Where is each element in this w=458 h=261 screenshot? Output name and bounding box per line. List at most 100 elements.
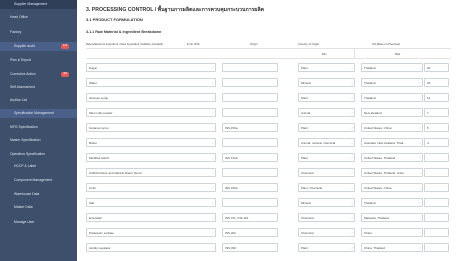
sidebar-item[interactable]: Plan & Report	[0, 56, 77, 65]
sidebar-item[interactable]: Supplier Management	[0, 0, 77, 9]
field-country[interactable]: New Zealand ∕	[361, 108, 423, 117]
field-value: Plant	[301, 96, 308, 100]
field-min[interactable]	[424, 243, 449, 252]
field-material[interactable]: Emulsifier ∕	[86, 213, 216, 222]
field-value: New Zealand	[364, 111, 382, 115]
field-min[interactable]: 5	[424, 123, 449, 132]
field-origin[interactable]: Animal ∕	[298, 108, 355, 117]
field-min[interactable]	[424, 213, 449, 222]
sidebar-item[interactable]: Warehouse Data	[0, 190, 77, 199]
field-min[interactable]	[424, 153, 449, 162]
sidebar-item[interactable]: Manage User	[0, 218, 77, 227]
field-origin[interactable]: Chemical ∕	[298, 168, 355, 177]
sidebar-item[interactable]: Supplier audit 121	[0, 42, 77, 51]
field-min[interactable]	[424, 168, 449, 177]
sidebar-item[interactable]: Specification Management	[0, 109, 77, 118]
field-value: Glucose syrup	[89, 96, 109, 100]
field-value: Emulsifier	[89, 216, 103, 220]
field-country[interactable]: United States, China ∕	[361, 123, 423, 132]
field-country[interactable]: China, Thailand ∕	[361, 243, 423, 252]
field-ins[interactable]: INS 202	[222, 228, 278, 237]
field-min[interactable]	[424, 198, 449, 207]
resize-handle-icon: ∕	[212, 141, 214, 145]
sidebar-item[interactable]: Master Specification	[0, 136, 77, 145]
field-min[interactable]: 7	[424, 108, 449, 117]
field-origin[interactable]: Plant ∕	[298, 63, 355, 72]
resize-handle-icon: ∕	[351, 231, 353, 235]
field-country[interactable]: Thailand ∕	[361, 93, 423, 102]
field-min[interactable]: 14	[424, 93, 449, 102]
field-material[interactable]: Glucose syrup ∕	[86, 93, 216, 102]
field-country[interactable]: Thailand ∕	[361, 198, 423, 207]
field-value: Thailand	[364, 66, 376, 70]
field-material[interactable]: Sugar ∕	[86, 63, 216, 72]
resize-handle-icon: ∕	[212, 156, 214, 160]
field-material[interactable]: Water ∕	[86, 78, 216, 87]
field-ins[interactable]	[222, 63, 278, 72]
field-ins[interactable]: INS 330	[222, 243, 278, 252]
field-country[interactable]: Malaysia, Thailand ∕	[361, 213, 423, 222]
resize-handle-icon: ∕	[419, 186, 421, 190]
field-country[interactable]: China ∕	[361, 228, 423, 237]
field-country[interactable]: United States, Thailand, Unite... ∕	[361, 168, 423, 177]
field-value: Plant	[301, 66, 308, 70]
field-origin[interactable]: Mineral ∕	[298, 198, 355, 207]
sidebar-item-label: HCCP & Label	[14, 164, 36, 168]
field-ins[interactable]	[222, 198, 278, 207]
sidebar-item[interactable]: Corrective Action 4/6	[0, 70, 77, 79]
field-ins[interactable]	[222, 168, 278, 177]
field-min[interactable]: 4	[424, 138, 449, 147]
field-origin[interactable]: Plant ∕	[298, 153, 355, 162]
field-material[interactable]: Salt ∕	[86, 198, 216, 207]
sidebar-item[interactable]: Head Office	[0, 13, 77, 22]
field-material[interactable]: Artificial flavor and Natural Flavor ble…	[86, 168, 216, 177]
field-material[interactable]: Potassium sorbate ∕	[86, 228, 216, 237]
sidebar-item[interactable]: Component Management	[0, 176, 77, 185]
sidebar-item[interactable]: Self Assessment	[0, 83, 77, 92]
field-value: Chemical	[301, 171, 314, 175]
field-ins[interactable]: INS 150a	[222, 183, 278, 192]
field-country[interactable]: Australia, New Zealand, Thail... ∕	[361, 138, 423, 147]
field-country[interactable]: Thailand ∕	[361, 78, 423, 87]
field-origin[interactable]: Chemical ∕	[298, 228, 355, 237]
field-origin[interactable]: Plant ∕	[298, 93, 355, 102]
sidebar-item[interactable]: HCCP & Label	[0, 162, 77, 171]
field-origin[interactable]: Chemical ∕	[298, 213, 355, 222]
field-material[interactable]: Acidity regulator ∕	[86, 243, 216, 252]
field-min[interactable]	[424, 228, 449, 237]
field-material[interactable]: Modified starch ∕	[86, 153, 216, 162]
field-origin[interactable]: Plant, Chemical ∕	[298, 183, 355, 192]
field-value: INS 150a	[225, 126, 238, 130]
field-min[interactable]: 20	[424, 63, 449, 72]
field-min[interactable]: 20	[424, 78, 449, 87]
field-ins[interactable]: INS 471, INS 422	[222, 213, 278, 222]
field-material[interactable]: Butter ∕	[86, 138, 216, 147]
sidebar-item[interactable]: Master Data	[0, 203, 77, 212]
sidebar-item[interactable]: MFG Specification	[0, 123, 77, 132]
field-ins[interactable]	[222, 108, 278, 117]
field-origin[interactable]: Mineral ∕	[298, 78, 355, 87]
field-origin[interactable]: Animal, mineral, chemical ∕	[298, 138, 355, 147]
field-country[interactable]: United States, China ∕	[361, 183, 423, 192]
field-ins[interactable]	[222, 78, 278, 87]
field-ins[interactable]	[222, 93, 278, 102]
resize-handle-icon: ∕	[351, 171, 353, 175]
field-country[interactable]: Thailand ∕	[361, 63, 423, 72]
field-min[interactable]	[424, 183, 449, 192]
field-material[interactable]: Caramel syrup ∕	[86, 123, 216, 132]
field-ins[interactable]: INS 1442	[222, 153, 278, 162]
field-ins[interactable]	[222, 138, 278, 147]
field-origin[interactable]: Plant ∕	[298, 123, 355, 132]
sidebar-item[interactable]: Auditor List	[0, 96, 77, 105]
field-material[interactable]: Color ∕	[86, 183, 216, 192]
field-material[interactable]: Skim milk powder ∕	[86, 108, 216, 117]
field-origin[interactable]: Plant ∕	[298, 243, 355, 252]
field-country[interactable]: United States, Thailand ∕	[361, 153, 423, 162]
sidebar-item[interactable]: Operation Specification	[0, 150, 77, 159]
field-ins[interactable]: INS 150a	[222, 123, 278, 132]
sidebar-item[interactable]: Factory	[0, 28, 77, 37]
resize-handle-icon: ∕	[351, 141, 353, 145]
resize-handle-icon: ∕	[351, 216, 353, 220]
resize-handle-icon: ∕	[419, 141, 421, 145]
field-value: 20	[427, 81, 431, 85]
